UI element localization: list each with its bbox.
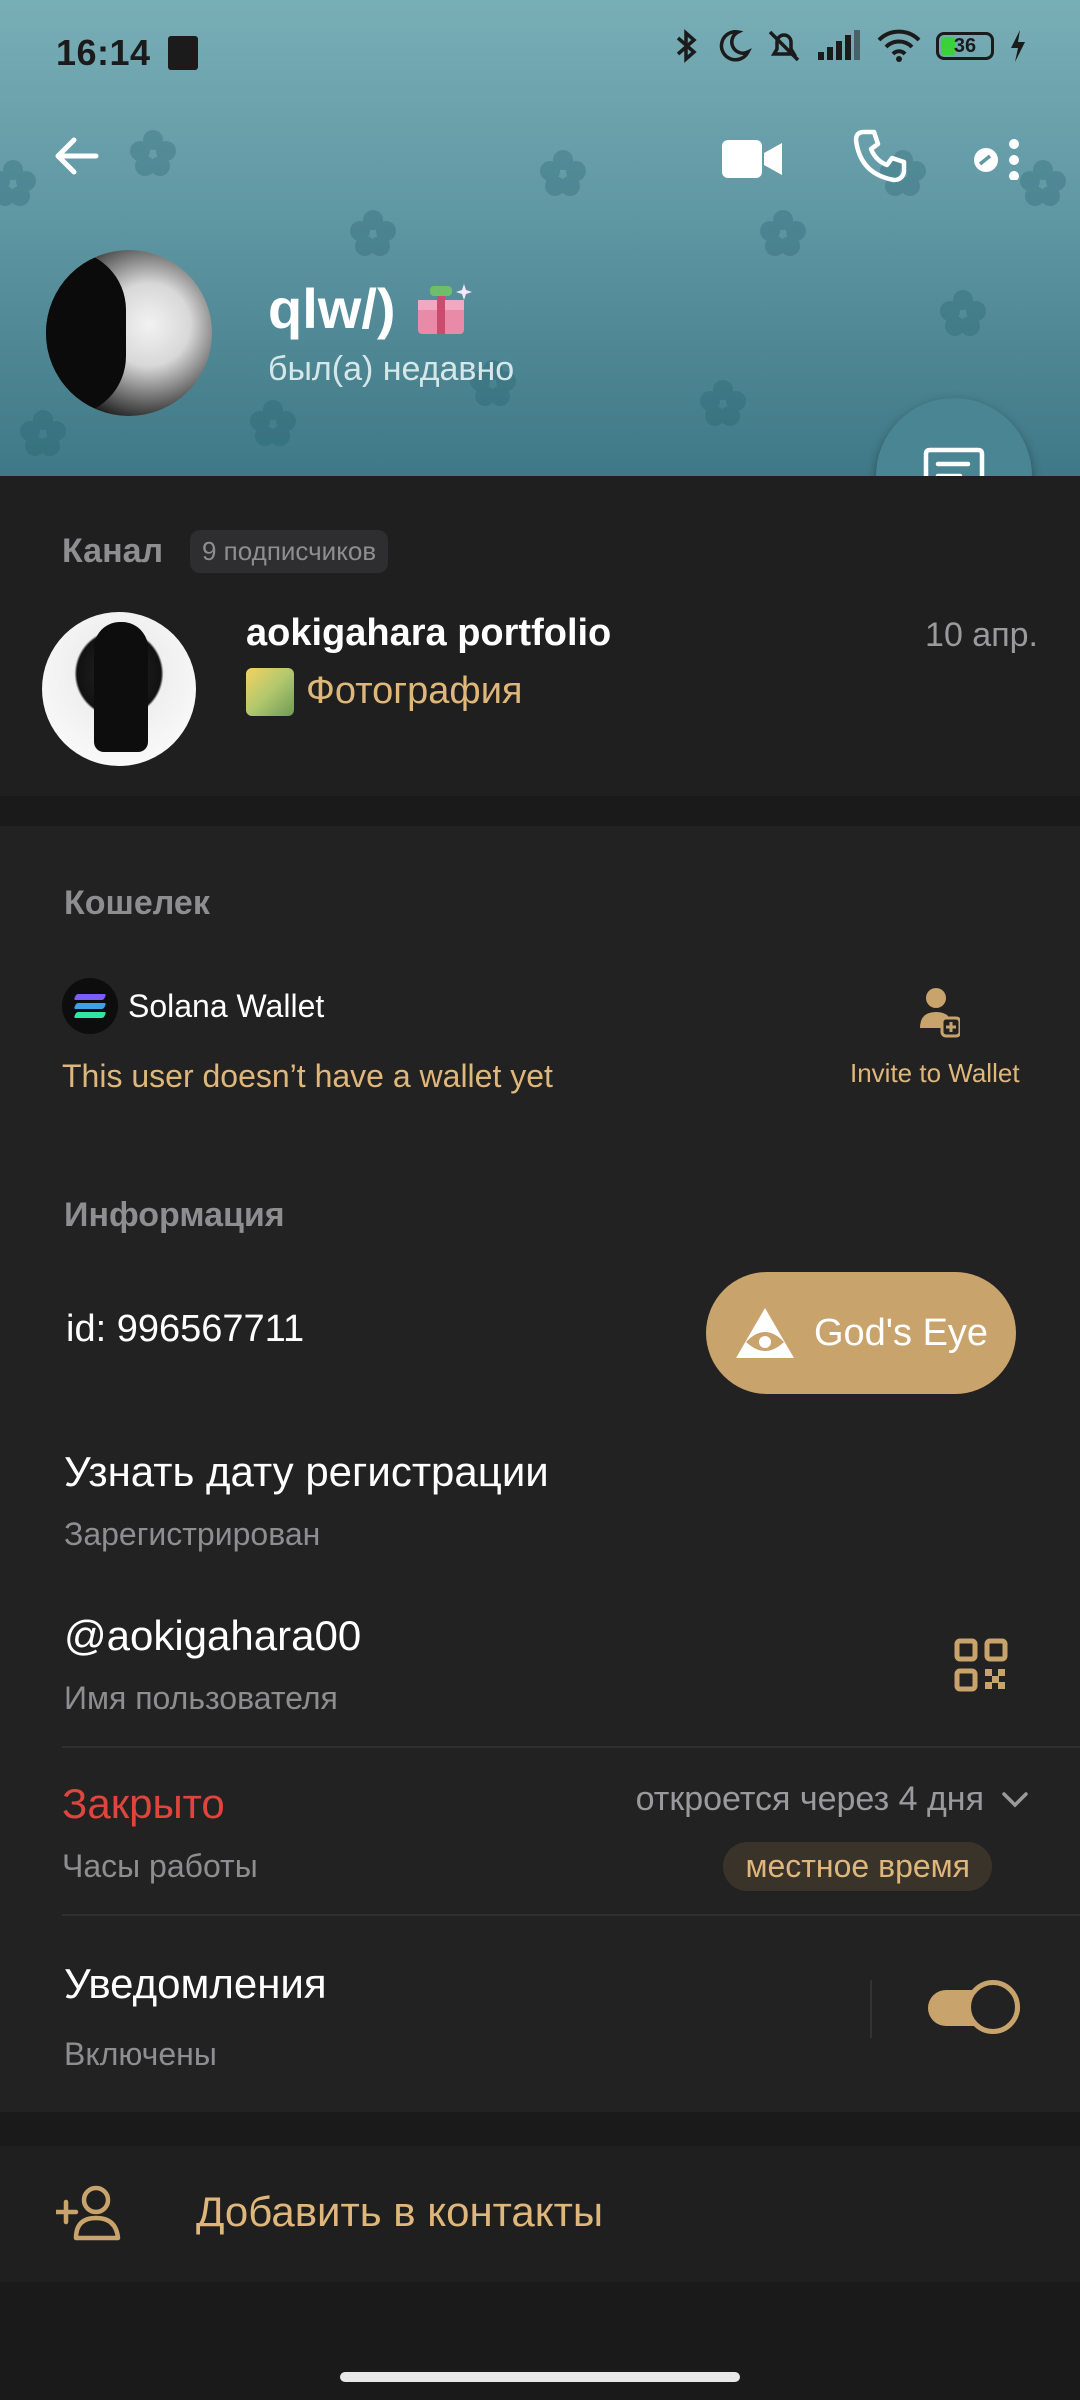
- solana-logo-icon: [62, 978, 118, 1034]
- channel-date: 10 апр.: [925, 616, 1038, 654]
- home-indicator[interactable]: [340, 2372, 740, 2382]
- registration-date-sub: Зарегистрирован: [64, 1516, 321, 1552]
- back-arrow-icon[interactable]: [50, 130, 102, 182]
- username[interactable]: @aokigahara00: [64, 1612, 361, 1660]
- battery-indicator: 36: [936, 32, 994, 60]
- invite-wallet-icon[interactable]: [918, 986, 960, 1038]
- registration-date-title[interactable]: Узнать дату регистрации: [64, 1448, 549, 1496]
- qr-code-icon[interactable]: [954, 1638, 1008, 1692]
- bluetooth-icon: [676, 29, 697, 63]
- hours-sub: Часы работы: [62, 1848, 258, 1884]
- last-seen-status: был(а) недавно: [268, 350, 515, 388]
- pattern-flower-icon: [760, 210, 806, 256]
- moon-icon: [719, 30, 752, 62]
- eye-icon: [735, 1308, 794, 1358]
- wallet-section-label: Кошелек: [64, 884, 210, 922]
- section-gap: [0, 2112, 1080, 2146]
- section-gap: [0, 796, 1080, 826]
- more-options-icon[interactable]: [970, 136, 1022, 180]
- hours-status[interactable]: Закрыто: [62, 1780, 225, 1828]
- pattern-flower-icon: [130, 130, 176, 176]
- wallet-status-note: This user doesn’t have a wallet yet: [62, 1058, 553, 1094]
- divider: [62, 1914, 1080, 1916]
- wallet-name: Solana Wallet: [128, 988, 325, 1024]
- divider: [62, 1746, 1080, 1748]
- gods-eye-label: God's Eye: [813, 1311, 989, 1354]
- battery-level: 36: [953, 35, 977, 57]
- gods-eye-button[interactable]: God's Eye: [706, 1272, 1016, 1394]
- add-contact-label[interactable]: Добавить в контакты: [196, 2188, 603, 2236]
- channel-last-post: Фотография: [306, 670, 523, 712]
- status-time: 16:14: [56, 32, 151, 73]
- local-time-badge[interactable]: местное время: [723, 1842, 992, 1891]
- pattern-flower-icon: [700, 380, 746, 426]
- subscribers-badge: 9 подписчиков: [190, 530, 389, 573]
- profile-header: 16:14 36 qlw/) был(а) недавно: [0, 0, 1080, 476]
- pattern-flower-icon: [940, 290, 986, 336]
- bottom-area: [0, 2282, 1080, 2400]
- vertical-separator: [870, 1980, 872, 2038]
- signal-icon: [818, 30, 860, 60]
- muted-bell-icon: [768, 30, 800, 62]
- pattern-flower-icon: [20, 410, 66, 456]
- info-section-label: Информация: [64, 1196, 285, 1234]
- gift-emoji-icon: [418, 284, 472, 334]
- opens-in[interactable]: откроется через 4 дня: [636, 1780, 984, 1819]
- wifi-icon: [877, 29, 921, 62]
- notifications-title: Уведомления: [64, 1960, 327, 2007]
- invite-to-wallet-button[interactable]: Invite to Wallet: [850, 1058, 1020, 1089]
- username-sub: Имя пользователя: [64, 1680, 338, 1716]
- chevron-down-icon[interactable]: [1000, 1788, 1030, 1812]
- profile-avatar[interactable]: [46, 250, 212, 416]
- pattern-flower-icon: [250, 400, 296, 446]
- notifications-sub: Включены: [64, 2036, 217, 2072]
- notifications-toggle[interactable]: [928, 1980, 1020, 2036]
- pattern-flower-icon: [1020, 160, 1066, 206]
- channel-thumbnail: [246, 668, 294, 716]
- add-contact-icon: [56, 2185, 121, 2241]
- sim-icon: [168, 36, 198, 70]
- channel-section-label: Канал: [62, 532, 164, 570]
- channel-name[interactable]: aokigahara portfolio: [246, 612, 611, 655]
- user-id[interactable]: id: 996567711: [66, 1308, 304, 1351]
- pattern-flower-icon: [0, 160, 36, 206]
- pattern-flower-icon: [540, 150, 586, 196]
- profile-name: qlw/): [268, 277, 396, 340]
- phone-icon[interactable]: [852, 128, 908, 184]
- channel-avatar[interactable]: [42, 612, 196, 766]
- status-icons: 36: [672, 28, 1028, 64]
- pattern-flower-icon: [350, 210, 396, 256]
- video-call-icon[interactable]: [720, 138, 784, 180]
- charging-icon: [1011, 30, 1025, 62]
